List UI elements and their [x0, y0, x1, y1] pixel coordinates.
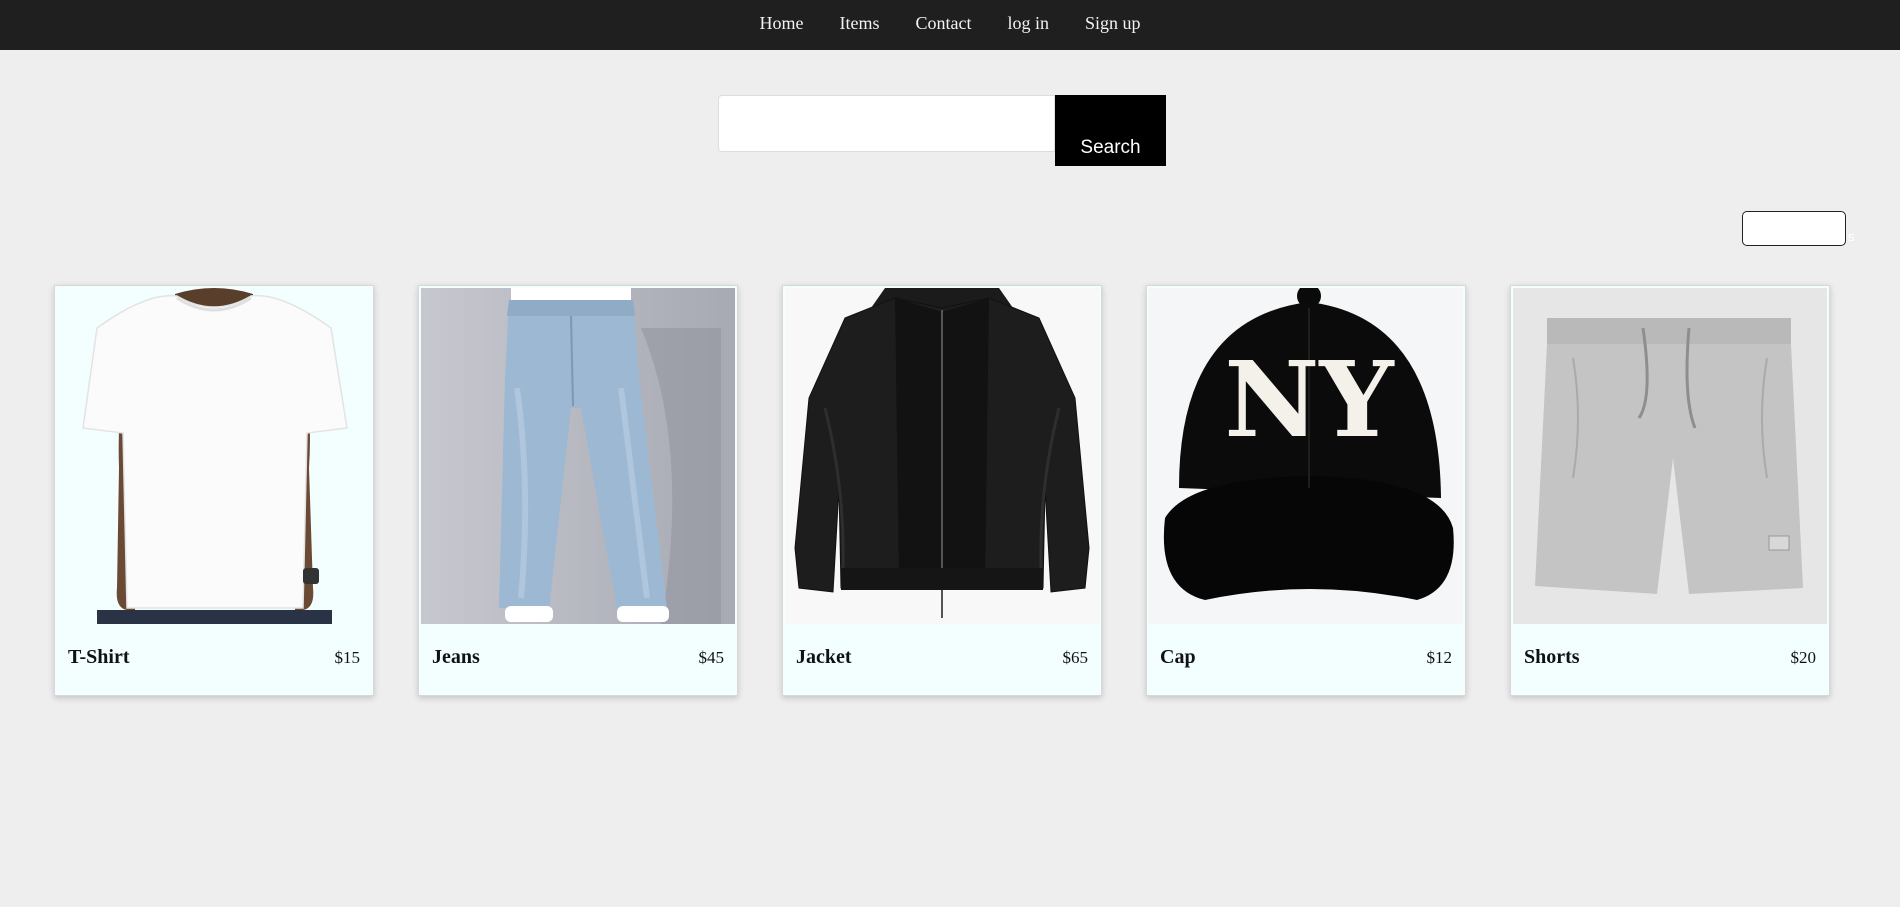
- product-card-jacket[interactable]: Jacket $65: [782, 285, 1102, 696]
- product-price: $15: [334, 648, 361, 667]
- top-navbar: Home Items Contact log in Sign up: [0, 0, 1900, 50]
- nav-contact[interactable]: Contact: [897, 0, 989, 50]
- nav-signup[interactable]: Sign up: [1067, 0, 1159, 50]
- jeans-image: [421, 288, 735, 624]
- product-grid: T-Shirt $15 Jeans $45 Jacket $65 NY Cap …: [0, 285, 1900, 697]
- sort-control: s: [1742, 211, 1855, 247]
- product-name: Jacket: [796, 646, 852, 668]
- product-name: Cap: [1160, 646, 1196, 668]
- product-price: $12: [1426, 648, 1453, 667]
- tshirt-image: [57, 288, 371, 624]
- product-card-tshirt[interactable]: T-Shirt $15: [54, 285, 374, 696]
- product-name: Shorts: [1524, 646, 1580, 668]
- search-button[interactable]: Search: [1055, 95, 1166, 166]
- product-card-shorts[interactable]: Shorts $20: [1510, 285, 1830, 696]
- product-card-cap[interactable]: NY Cap $12: [1146, 285, 1466, 696]
- sort-trailing-text: s: [1848, 229, 1855, 244]
- nav-items[interactable]: Items: [821, 0, 897, 50]
- product-name: T-Shirt: [68, 646, 130, 668]
- svg-text:NY: NY: [1224, 338, 1395, 461]
- product-card-jeans[interactable]: Jeans $45: [418, 285, 738, 696]
- shorts-image: [1513, 288, 1827, 624]
- nav-home[interactable]: Home: [741, 0, 821, 50]
- product-price: $45: [698, 648, 725, 667]
- sort-select[interactable]: [1742, 211, 1846, 246]
- product-price: $65: [1062, 648, 1089, 667]
- nav-login[interactable]: log in: [989, 0, 1067, 50]
- product-price: $20: [1790, 648, 1817, 667]
- product-name: Jeans: [432, 646, 480, 668]
- jacket-image: [785, 288, 1099, 624]
- cap-image: NY: [1149, 288, 1463, 624]
- search-bar: Search: [718, 95, 1166, 166]
- search-input[interactable]: [718, 95, 1055, 152]
